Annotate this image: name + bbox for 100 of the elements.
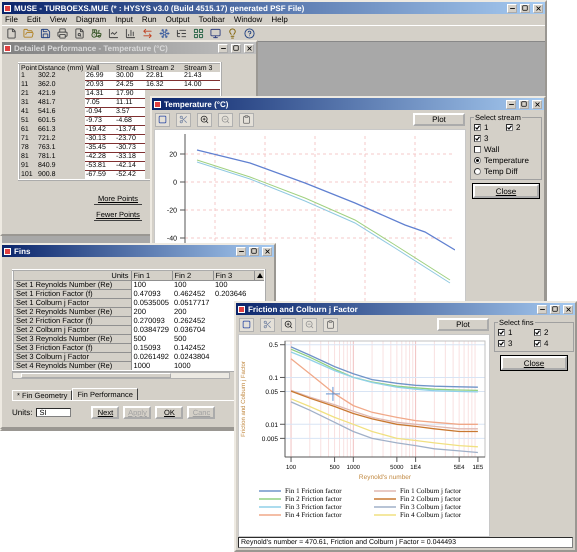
select-rectangle-icon	[242, 320, 251, 329]
maximize-icon	[233, 45, 239, 51]
checkbox[interactable]	[474, 146, 481, 153]
zoom-in-button[interactable]	[281, 318, 296, 332]
maximize-button[interactable]	[520, 4, 530, 12]
maximize-icon	[522, 5, 528, 11]
menu-item[interactable]: File	[5, 15, 18, 24]
option-label: Wall	[484, 145, 500, 154]
check-icon	[507, 125, 512, 130]
zoom-in-icon	[200, 115, 209, 124]
close-dialog-button[interactable]: Close	[473, 184, 539, 198]
folder-icon	[23, 28, 34, 39]
option-label: 1	[508, 328, 512, 337]
maximize-icon	[521, 101, 527, 107]
monitor-icon	[210, 28, 221, 39]
crosshair-icon	[325, 386, 340, 402]
menu-item[interactable]: Diagram	[76, 15, 106, 24]
window-title: Friction and Colburn j Factor	[248, 304, 359, 314]
save-button[interactable]	[40, 28, 51, 39]
arrows-button[interactable]	[142, 28, 153, 39]
select-rectangle-button[interactable]	[239, 318, 254, 332]
minimize-button[interactable]	[236, 246, 246, 256]
printer-button[interactable]	[57, 28, 68, 39]
option-label: 3	[508, 339, 512, 348]
new-file-icon	[6, 28, 17, 39]
clipboard-icon	[326, 320, 335, 329]
maximize-button[interactable]	[519, 100, 529, 108]
list-icon	[176, 28, 187, 39]
check-icon	[475, 136, 480, 141]
preview-icon	[74, 28, 85, 39]
minimize-button[interactable]	[537, 304, 547, 314]
menu-item[interactable]: Run	[142, 15, 157, 24]
checkbox[interactable]	[506, 124, 513, 131]
help-button[interactable]	[244, 28, 255, 39]
checkbox[interactable]	[474, 124, 481, 131]
window-icon	[4, 248, 11, 254]
list-button[interactable]	[176, 28, 187, 39]
lightbulb-icon	[227, 28, 238, 39]
minimize-button[interactable]	[218, 44, 228, 52]
close-icon	[564, 306, 572, 312]
minimize-button[interactable]	[506, 100, 516, 108]
option-label: Temp Diff	[484, 167, 518, 176]
minimize-button[interactable]	[507, 4, 517, 12]
menu-item[interactable]: Edit	[26, 15, 41, 24]
checkbox[interactable]	[534, 329, 541, 336]
zoom-in-button[interactable]	[197, 112, 212, 126]
checkbox[interactable]	[534, 340, 541, 347]
plot-button[interactable]: Plot	[437, 318, 489, 331]
close-button[interactable]	[262, 246, 272, 256]
close-dialog-button[interactable]: Close	[501, 356, 567, 370]
scrollbar[interactable]	[12, 372, 230, 379]
menu-item[interactable]: Help	[271, 15, 288, 24]
clipboard-button[interactable]	[323, 318, 338, 332]
checkbox[interactable]	[498, 329, 505, 336]
lightbulb-button[interactable]	[227, 28, 238, 39]
snowflake-icon	[159, 28, 170, 39]
maximize-icon	[251, 248, 257, 254]
radio-button[interactable]	[474, 168, 481, 175]
checkbox[interactable]	[498, 340, 505, 347]
maximize-button[interactable]	[231, 44, 241, 52]
tractor-button[interactable]	[91, 28, 102, 39]
window-icon	[238, 306, 245, 312]
bar-chart-button[interactable]	[125, 28, 136, 39]
plot-button[interactable]: Plot	[413, 113, 465, 126]
checkbox[interactable]	[474, 135, 481, 142]
menu-item[interactable]: Toolbar	[198, 15, 225, 24]
option-label: 2	[544, 328, 548, 337]
option-label: 3	[484, 134, 488, 143]
preview-button[interactable]	[74, 28, 85, 39]
menu-item[interactable]: Output	[166, 15, 190, 24]
scissors-icon	[263, 320, 272, 329]
save-icon	[40, 28, 51, 39]
zoom-out-icon	[221, 115, 230, 124]
zoom-in-icon	[284, 320, 293, 329]
scissors-button[interactable]	[260, 318, 275, 332]
select-rectangle-button[interactable]	[155, 112, 170, 126]
line-chart-button[interactable]	[108, 28, 119, 39]
new-file-button[interactable]	[6, 28, 17, 39]
monitor-button[interactable]	[210, 28, 221, 39]
window-title: MUSE - TURBOEXS.MUE (* : HYSYS v3.0 (Build 4515.17) generated PSF File)	[14, 4, 306, 12]
close-button[interactable]	[532, 100, 542, 108]
clipboard-button[interactable]	[239, 112, 254, 126]
close-icon	[264, 248, 270, 254]
snowflake-button[interactable]	[159, 28, 170, 39]
option-label: 1	[484, 123, 488, 132]
field-label: Units:	[12, 408, 32, 417]
close-button[interactable]	[244, 44, 254, 52]
close-button[interactable]	[563, 304, 573, 314]
grid-button[interactable]	[193, 28, 204, 39]
tractor-icon	[91, 28, 102, 39]
option-label: Temperature	[484, 156, 529, 165]
maximize-button[interactable]	[550, 304, 560, 314]
menu-item[interactable]: View	[50, 15, 67, 24]
menu-item[interactable]: Window	[234, 15, 262, 24]
radio-button[interactable]	[474, 157, 481, 164]
scissors-button[interactable]	[176, 112, 191, 126]
menu-item[interactable]: Input	[115, 15, 133, 24]
close-button[interactable]	[533, 4, 543, 12]
window-icon	[154, 100, 161, 108]
maximize-button[interactable]	[249, 246, 259, 256]
